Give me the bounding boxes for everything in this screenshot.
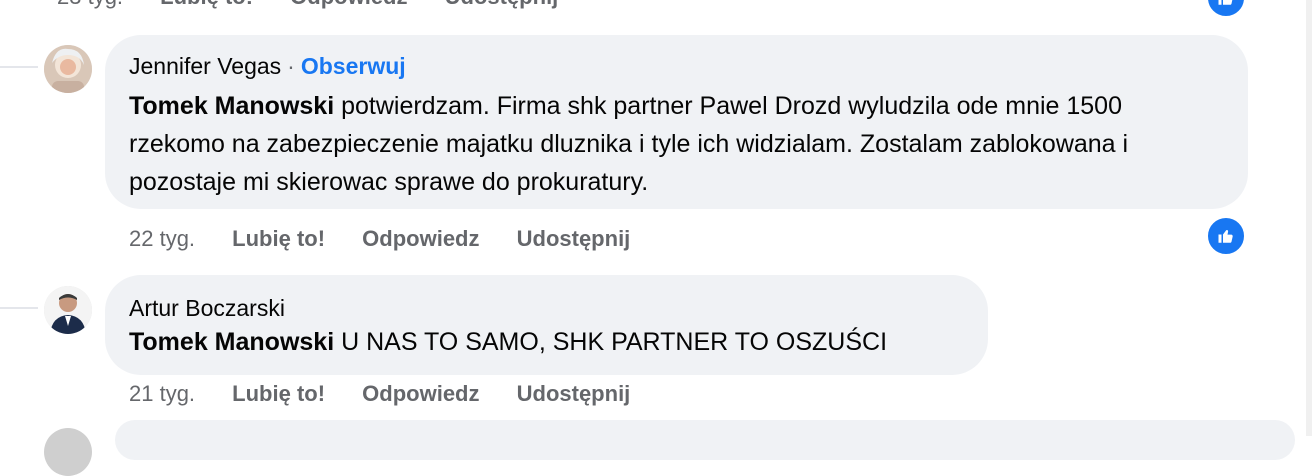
comment-bubble <box>115 420 1295 460</box>
comment-actions: 22 tyg. Lubię to! Odpowiedz Udostępnij <box>129 226 661 252</box>
like-button[interactable]: Lubię to! <box>160 0 253 10</box>
comment-author[interactable]: Jennifer Vegas <box>129 53 281 79</box>
comment-actions-previous: 23 tyg. Lubię to! Odpowiedz Udostępnij <box>57 0 589 10</box>
like-button[interactable]: Lubię to! <box>232 381 325 407</box>
comment-author[interactable]: Artur Boczarski <box>129 295 285 321</box>
avatar-artur-image <box>44 286 92 334</box>
share-button[interactable]: Udostępnij <box>445 0 559 10</box>
share-button[interactable]: Udostępnij <box>517 226 631 252</box>
comment-time[interactable]: 21 tyg. <box>129 381 195 407</box>
separator-dot: · <box>287 53 295 79</box>
thread-connector <box>0 66 38 68</box>
avatar-jennifer-image <box>44 45 92 93</box>
thumbs-up-icon <box>1218 230 1233 243</box>
thumbs-up-icon <box>1218 0 1233 5</box>
reaction-badge[interactable] <box>1206 216 1246 256</box>
comment-actions: 21 tyg. Lubię to! Odpowiedz Udostępnij <box>129 381 661 407</box>
avatar[interactable] <box>44 286 92 334</box>
comment-text: Tomek Manowski potwierdzam. Firma shk pa… <box>129 87 1224 201</box>
avatar[interactable] <box>44 45 92 93</box>
comment-time[interactable]: 22 tyg. <box>129 226 195 252</box>
mention-link[interactable]: Tomek Manowski <box>129 92 334 120</box>
like-button[interactable]: Lubię to! <box>232 226 325 252</box>
comment-body: U NAS TO SAMO, SHK PARTNER TO OSZUŚCI <box>341 328 888 356</box>
share-button[interactable]: Udostępnij <box>517 381 631 407</box>
reaction-badge[interactable] <box>1206 0 1246 18</box>
reply-button[interactable]: Odpowiedz <box>362 226 479 252</box>
avatar[interactable] <box>44 428 92 476</box>
comment-bubble: Artur Boczarski Tomek Manowski U NAS TO … <box>105 275 988 375</box>
reply-button[interactable]: Odpowiedz <box>362 381 479 407</box>
scrollbar[interactable] <box>1306 0 1312 436</box>
comment-time[interactable]: 23 tyg. <box>57 0 123 10</box>
comment-header: Artur Boczarski <box>129 295 285 322</box>
follow-button[interactable]: Obserwuj <box>301 53 406 79</box>
comment-text: Tomek Manowski U NAS TO SAMO, SHK PARTNE… <box>129 323 964 361</box>
mention-link[interactable]: Tomek Manowski <box>129 328 334 356</box>
thread-connector <box>0 307 38 309</box>
comment-header: Jennifer Vegas · Obserwuj <box>129 53 406 80</box>
reply-button[interactable]: Odpowiedz <box>290 0 407 10</box>
comment-bubble: Jennifer Vegas · Obserwuj Tomek Manowski p… <box>105 35 1248 209</box>
